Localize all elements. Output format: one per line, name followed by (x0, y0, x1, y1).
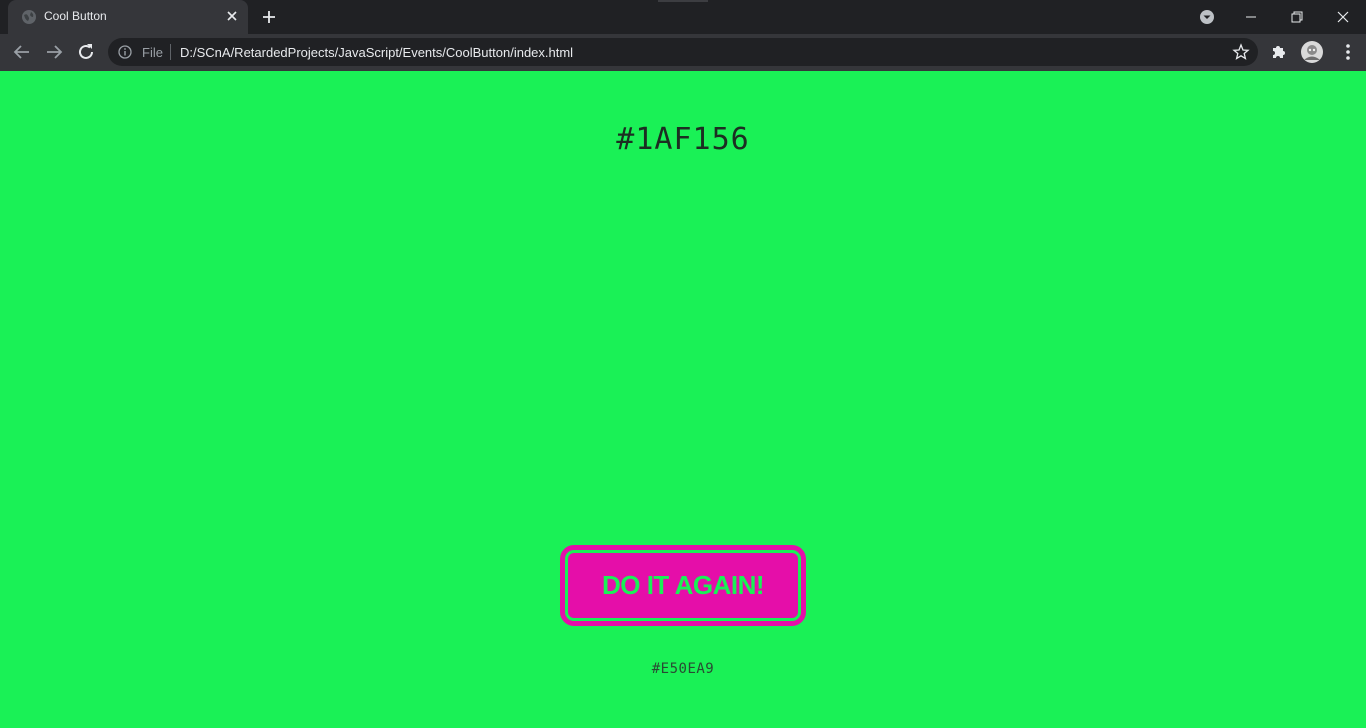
do-it-again-button[interactable]: DO IT AGAIN! (560, 545, 806, 626)
page-content: #1AF156 DO IT AGAIN! #E50EA9 (0, 71, 1366, 728)
tab-close-icon[interactable] (224, 8, 240, 24)
minimize-button[interactable] (1228, 0, 1274, 34)
tab-strip: Cool Button (0, 0, 1366, 34)
new-tab-plus-icon[interactable] (259, 7, 279, 27)
close-window-button[interactable] (1320, 0, 1366, 34)
info-icon[interactable] (118, 45, 132, 59)
tab-search-button[interactable] (1184, 0, 1230, 34)
browser-toolbar: File D:/SCnA/RetardedProjects/JavaScript… (0, 34, 1366, 71)
globe-icon (21, 9, 37, 25)
address-bar[interactable]: File D:/SCnA/RetardedProjects/JavaScript… (108, 38, 1258, 66)
arrow-right-icon[interactable] (42, 40, 66, 64)
menu-dots-icon[interactable] (1336, 40, 1360, 64)
star-icon[interactable] (1232, 43, 1250, 61)
reload-icon[interactable] (74, 40, 98, 64)
omnibox-divider (170, 44, 171, 60)
browser-window: Cool Button File D:/SCnA/RetardedProject… (0, 0, 1366, 728)
puzzle-icon[interactable] (1267, 40, 1291, 64)
chevron-down-icon (1200, 10, 1214, 24)
restore-icon (1291, 11, 1303, 23)
tab-strip-notch (658, 0, 708, 2)
url-scheme-label: File (142, 45, 163, 60)
minimize-icon (1246, 16, 1256, 18)
button-label: DO IT AGAIN! (601, 570, 765, 600)
close-icon (1337, 11, 1349, 23)
button-face: DO IT AGAIN! (568, 553, 798, 618)
tab-cool-button[interactable]: Cool Button (8, 0, 248, 34)
tab-title: Cool Button (44, 9, 107, 23)
arrow-left-icon[interactable] (10, 40, 34, 64)
restore-button[interactable] (1274, 0, 1320, 34)
button-color-hex: #E50EA9 (651, 661, 715, 677)
avatar[interactable] (1300, 40, 1324, 64)
url-text[interactable]: D:/SCnA/RetardedProjects/JavaScript/Even… (180, 45, 573, 60)
color-hex-heading: #1AF156 (616, 122, 750, 157)
